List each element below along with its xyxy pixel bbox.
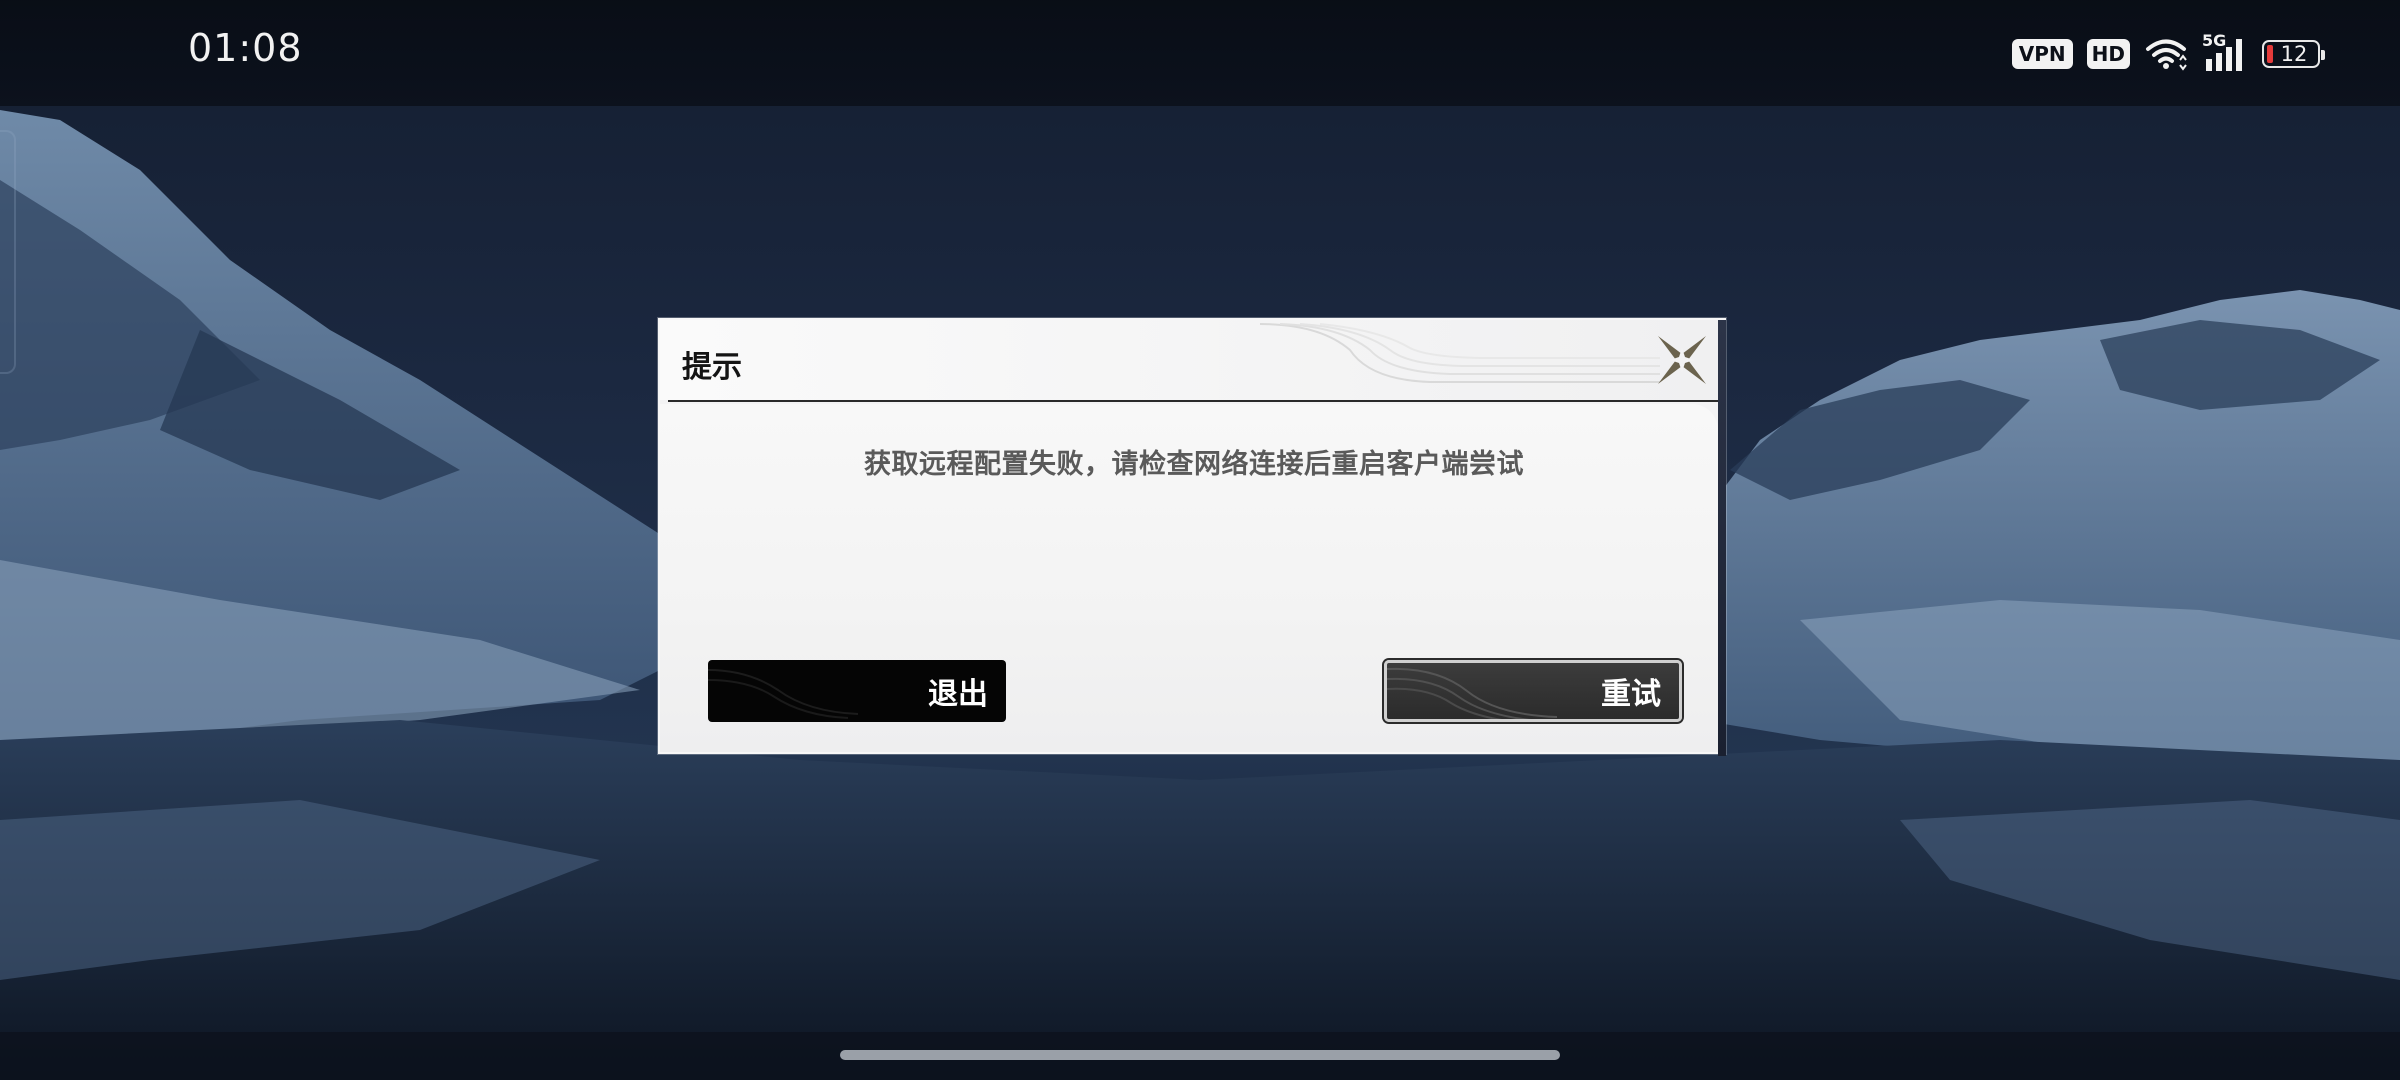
close-x-icon [1658,336,1706,384]
dialog-message: 获取远程配置失败，请检查网络连接后重启客户端尝试 [864,449,1524,480]
status-icons: VPN HD 5G 12 [2011,31,2325,76]
status-bar: 01:08 VPN HD 5G 12 [0,0,2400,106]
button-swoosh-decoration [1387,667,1558,719]
edge-tab [0,130,16,374]
battery-icon: 12 [2262,40,2325,68]
header-divider [668,400,1718,402]
dialog-side-rail [1718,320,1726,756]
retry-button-label: 重试 [1601,677,1661,712]
battery-fill [2267,45,2273,63]
signal-indicator: 5G [2202,31,2248,73]
button-swoosh-decoration [708,669,859,719]
battery-level: 12 [2280,42,2308,66]
hd-badge: HD [2086,39,2130,69]
exit-button[interactable]: 退出 [708,660,1006,722]
retry-button[interactable]: 重试 [1384,660,1682,722]
alert-dialog: 提示 获取远程配置失败，请检查网络连接后重启客户端尝试 退出 重试 [658,318,1726,756]
clock: 01:08 [188,26,303,70]
dialog-title: 提示 [682,350,742,385]
signal-bars-icon [2206,39,2242,71]
close-button[interactable] [1652,330,1712,390]
exit-button-label: 退出 [928,677,988,712]
home-indicator[interactable] [840,1050,1560,1060]
dialog-header: 提示 [660,320,1718,400]
game-screen: 01:08 VPN HD 5G 12 提示 获取远程配置失败，请检查网络连接后重… [0,0,2400,1080]
header-swirl-decoration [1260,323,1660,383]
vpn-badge: VPN [2011,39,2073,69]
wifi-icon [2146,39,2187,71]
